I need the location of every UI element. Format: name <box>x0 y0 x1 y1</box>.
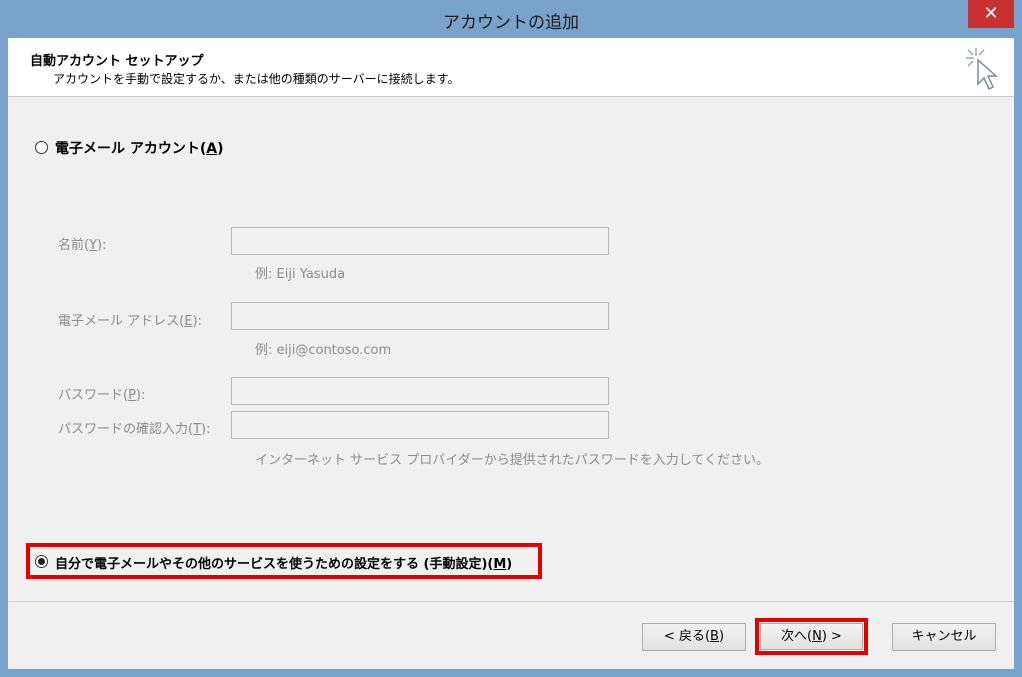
cancel-button[interactable]: キャンセル <box>892 623 996 651</box>
email-account-label[interactable]: 電子メール アカウント(A) <box>55 138 224 158</box>
dialog-client-area: 自動アカウント セットアップ アカウントを手動で設定するか、または他の種類のサー… <box>8 38 1014 669</box>
window-title: アカウントの追加 <box>443 13 579 33</box>
footer-separator <box>8 601 1014 602</box>
password-hint: インターネット サービス プロバイダーから提供されたパスワードを入力してください… <box>255 453 769 468</box>
name-field[interactable] <box>231 227 609 255</box>
wizard-cursor-icon <box>966 48 998 91</box>
next-button[interactable]: 次へ(N) > <box>760 623 863 650</box>
close-icon: ✕ <box>983 3 999 24</box>
email-address-label: 電子メール アドレス(E): <box>58 314 202 329</box>
email-address-hint: 例: eiji@contoso.com <box>255 343 392 358</box>
wizard-header: 自動アカウント セットアップ アカウントを手動で設定するか、または他の種類のサー… <box>8 38 1014 97</box>
back-button[interactable]: < 戻る(B) <box>642 623 746 651</box>
password-field[interactable] <box>231 377 609 405</box>
password-confirm-field[interactable] <box>231 411 609 439</box>
manual-setup-label[interactable]: 自分で電子メールやその他のサービスを使うための設定をする (手動設定)(M) <box>55 553 512 572</box>
password-confirm-label: パスワードの確認入力(T): <box>58 422 211 437</box>
manual-setup-radio[interactable] <box>35 555 48 568</box>
title-bar[interactable]: アカウントの追加 ✕ <box>0 0 1022 38</box>
name-hint: 例: Eiji Yasuda <box>255 267 346 282</box>
page-subtitle: アカウントを手動で設定するか、または他の種類のサーバーに接続します。 <box>53 72 460 86</box>
email-account-radio[interactable] <box>35 141 48 154</box>
add-account-dialog: アカウントの追加 ✕ 自動アカウント セットアップ アカウントを手動で設定するか… <box>0 0 1022 677</box>
name-label: 名前(Y): <box>58 238 107 253</box>
page-title: 自動アカウント セットアップ <box>30 54 204 69</box>
password-label: パスワード(P): <box>58 388 146 403</box>
close-button[interactable]: ✕ <box>968 0 1014 28</box>
email-address-field[interactable] <box>231 302 609 330</box>
